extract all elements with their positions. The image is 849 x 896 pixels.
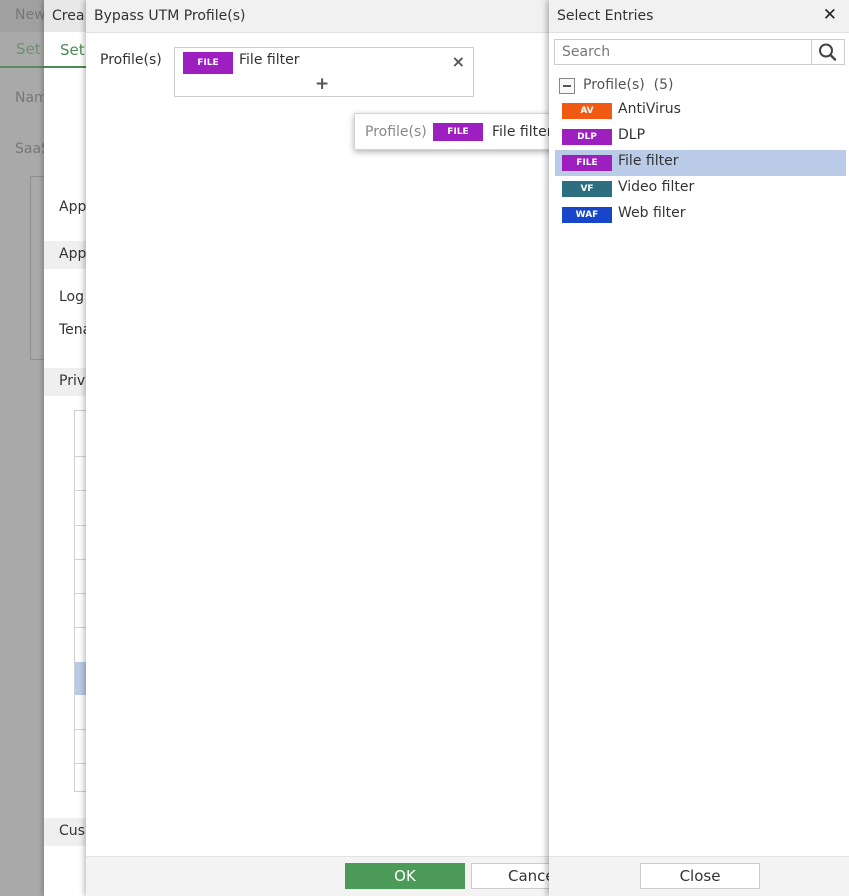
- create-dialog-field-log: Log: [59, 289, 85, 305]
- profiles-field-label: Profile(s): [100, 52, 162, 68]
- entry-video-filter[interactable]: VF Video filter: [555, 176, 846, 202]
- grid-row-selected: [75, 662, 86, 695]
- entry-tag: AV: [562, 103, 612, 119]
- background-grid-box: [30, 176, 44, 360]
- search-input[interactable]: [555, 40, 812, 64]
- select-entries-footer: Close: [549, 856, 849, 896]
- create-dialog-tab-settings[interactable]: Set: [60, 41, 85, 59]
- select-entries-header: Select Entries ✕: [549, 0, 849, 33]
- entry-name: Web filter: [618, 205, 686, 221]
- grid-row-line: [74, 627, 86, 628]
- grid-row-line: [74, 490, 86, 491]
- grid-row-line: [74, 729, 86, 730]
- collapse-icon[interactable]: [559, 78, 575, 94]
- drag-preview-name: File filter: [492, 124, 553, 140]
- create-dialog-grid: [74, 410, 86, 792]
- grid-row-line: [74, 525, 86, 526]
- bypass-dialog-footer: OK Cance: [86, 856, 591, 896]
- entry-name: AntiVirus: [618, 101, 681, 117]
- drag-preview-tag: FILE: [433, 123, 483, 141]
- close-button[interactable]: Close: [640, 863, 760, 889]
- entry-name: DLP: [618, 127, 646, 143]
- entry-dlp[interactable]: DLP DLP: [555, 124, 846, 150]
- profiles-selection-box[interactable]: FILE File filter × +: [174, 47, 474, 97]
- create-dialog-section-custom-label: Cus: [59, 823, 85, 839]
- create-dialog-section-app-label: App: [59, 246, 86, 262]
- entry-name: Video filter: [618, 179, 695, 195]
- create-dialog-field-tenant: Tena: [59, 322, 86, 338]
- background-field-name: Nam: [15, 90, 48, 106]
- grid-row-line: [74, 593, 86, 594]
- entry-tag: DLP: [562, 129, 612, 145]
- select-entries-panel: Select Entries ✕ Profile(s) (5) AV AntiVi…: [549, 0, 849, 896]
- background-tab-settings: Set: [16, 40, 41, 58]
- create-dialog-section-priv-label: Priv: [59, 373, 86, 389]
- entry-tag: VF: [562, 181, 612, 197]
- selected-profile-name: File filter: [239, 52, 300, 68]
- add-entry-icon[interactable]: +: [315, 74, 329, 94]
- background-title: New: [15, 7, 46, 23]
- create-dialog-tab-indicator: [44, 66, 86, 68]
- close-icon[interactable]: ✕: [823, 5, 837, 25]
- search-box: [554, 39, 845, 65]
- grid-row-line: [74, 456, 86, 457]
- entry-name: File filter: [618, 153, 679, 169]
- search-icon[interactable]: [811, 40, 844, 64]
- ok-button[interactable]: OK: [345, 863, 465, 889]
- profiles-group-label: Profile(s) (5): [583, 77, 674, 93]
- entry-antivirus[interactable]: AV AntiVirus: [555, 98, 846, 124]
- create-dialog-field-app: App: [59, 199, 86, 215]
- drag-preview-label: Profile(s): [365, 124, 427, 140]
- grid-row-line: [74, 763, 86, 764]
- bypass-dialog-title: Bypass UTM Profile(s): [86, 0, 552, 33]
- create-dialog-title: Crea: [52, 8, 85, 24]
- background-tab-indicator: [0, 66, 44, 68]
- entry-web-filter[interactable]: WAF Web filter: [555, 202, 846, 228]
- file-filter-tag: FILE: [183, 52, 233, 74]
- remove-selection-icon[interactable]: ×: [452, 52, 465, 71]
- drag-preview-tooltip: Profile(s) FILE File filter: [354, 113, 561, 150]
- select-entries-title: Select Entries: [557, 8, 654, 24]
- entry-tag: FILE: [562, 155, 612, 171]
- entry-file-filter[interactable]: FILE File filter: [555, 150, 846, 176]
- grid-row-line: [74, 559, 86, 560]
- create-dialog: Crea Set App App Log Tena Priv Cus: [44, 0, 86, 896]
- entry-tag: WAF: [562, 207, 612, 223]
